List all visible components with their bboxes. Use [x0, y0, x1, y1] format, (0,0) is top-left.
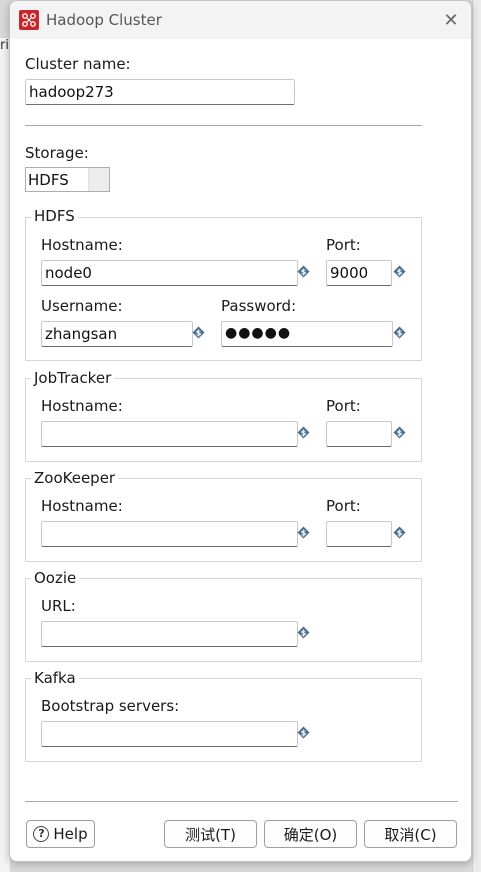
- jobtracker-hostname-label: Hostname:: [41, 397, 123, 415]
- jobtracker-port-label: Port:: [326, 397, 361, 415]
- svg-text:$: $: [301, 729, 307, 738]
- svg-text:$: $: [301, 629, 307, 638]
- window-title: Hadoop Cluster: [46, 11, 162, 29]
- hdfs-port-input[interactable]: 9000: [326, 260, 392, 286]
- cancel-button[interactable]: 取消(C): [364, 820, 457, 848]
- background-text-fragment: ri: [0, 38, 9, 53]
- hadoop-cluster-dialog: Hadoop Cluster ✕ Cluster name: hadoop273…: [9, 0, 472, 862]
- variable-diamond-icon[interactable]: $: [297, 626, 310, 639]
- hdfs-hostname-input[interactable]: node0: [41, 260, 298, 286]
- help-button[interactable]: ? Help: [26, 820, 95, 848]
- svg-text:$: $: [397, 429, 403, 438]
- hdfs-password-label: Password:: [221, 297, 297, 315]
- svg-text:$: $: [301, 529, 307, 538]
- variable-diamond-icon[interactable]: $: [393, 326, 406, 339]
- hdfs-username-label: Username:: [41, 297, 123, 315]
- variable-diamond-icon[interactable]: $: [192, 326, 205, 339]
- help-icon: ?: [33, 826, 50, 842]
- oozie-url-input[interactable]: [41, 621, 298, 647]
- svg-text:$: $: [301, 268, 307, 277]
- zookeeper-group: [25, 478, 422, 562]
- hdfs-password-input[interactable]: ●●●●●: [221, 321, 393, 347]
- hdfs-port-label: Port:: [326, 236, 361, 254]
- zookeeper-port-input[interactable]: [326, 521, 392, 547]
- cluster-name-label: Cluster name:: [25, 55, 131, 73]
- storage-label: Storage:: [25, 144, 89, 162]
- hadoop-cluster-icon: [19, 10, 39, 30]
- variable-diamond-icon[interactable]: $: [393, 526, 406, 539]
- oozie-group: [25, 578, 422, 662]
- oozie-group-title: Oozie: [31, 569, 80, 587]
- zookeeper-hostname-input[interactable]: [41, 521, 298, 547]
- ok-button-label: 确定(O): [283, 825, 338, 844]
- storage-dropdown-button[interactable]: [88, 168, 109, 191]
- test-button[interactable]: 测试(T): [164, 820, 257, 848]
- separator-bottom: [25, 801, 458, 802]
- zookeeper-hostname-label: Hostname:: [41, 497, 123, 515]
- jobtracker-group-title: JobTracker: [31, 369, 115, 387]
- hdfs-group-title: HDFS: [31, 207, 78, 225]
- variable-diamond-icon[interactable]: $: [393, 426, 406, 439]
- variable-diamond-icon[interactable]: $: [297, 726, 310, 739]
- ok-button[interactable]: 确定(O): [264, 820, 357, 848]
- background-window-edge: [472, 0, 481, 872]
- cluster-name-input[interactable]: hadoop273: [25, 79, 295, 105]
- zookeeper-port-label: Port:: [326, 497, 361, 515]
- oozie-url-label: URL:: [41, 597, 76, 615]
- variable-diamond-icon[interactable]: $: [297, 265, 310, 278]
- svg-text:$: $: [397, 529, 403, 538]
- help-button-label: Help: [53, 825, 88, 843]
- variable-diamond-icon[interactable]: $: [393, 265, 406, 278]
- hdfs-hostname-label: Hostname:: [41, 236, 123, 254]
- svg-text:$: $: [397, 329, 403, 338]
- svg-text:$: $: [397, 268, 403, 277]
- kafka-group-title: Kafka: [31, 669, 79, 687]
- svg-text:$: $: [301, 429, 307, 438]
- kafka-bootstrap-servers-label: Bootstrap servers:: [41, 697, 180, 715]
- close-button[interactable]: ✕: [438, 7, 464, 33]
- variable-diamond-icon[interactable]: $: [297, 526, 310, 539]
- title-bar: Hadoop Cluster ✕: [10, 1, 471, 39]
- zookeeper-group-title: ZooKeeper: [31, 469, 119, 487]
- separator-top: [25, 125, 422, 126]
- jobtracker-hostname-input[interactable]: [41, 421, 298, 447]
- variable-diamond-icon[interactable]: $: [297, 426, 310, 439]
- svg-text:$: $: [196, 329, 202, 338]
- kafka-bootstrap-servers-input[interactable]: [41, 721, 298, 747]
- cancel-button-label: 取消(C): [384, 825, 437, 844]
- dialog-content: Cluster name: hadoop273 Storage: HDFS HD…: [10, 39, 471, 861]
- close-icon: ✕: [443, 9, 459, 31]
- storage-select[interactable]: HDFS: [25, 167, 110, 192]
- storage-selected-value: HDFS: [28, 171, 69, 189]
- jobtracker-port-input[interactable]: [326, 421, 392, 447]
- hdfs-username-input[interactable]: zhangsan: [41, 321, 193, 347]
- test-button-label: 测试(T): [185, 825, 236, 844]
- kafka-group: [25, 678, 422, 762]
- jobtracker-group: [25, 378, 422, 462]
